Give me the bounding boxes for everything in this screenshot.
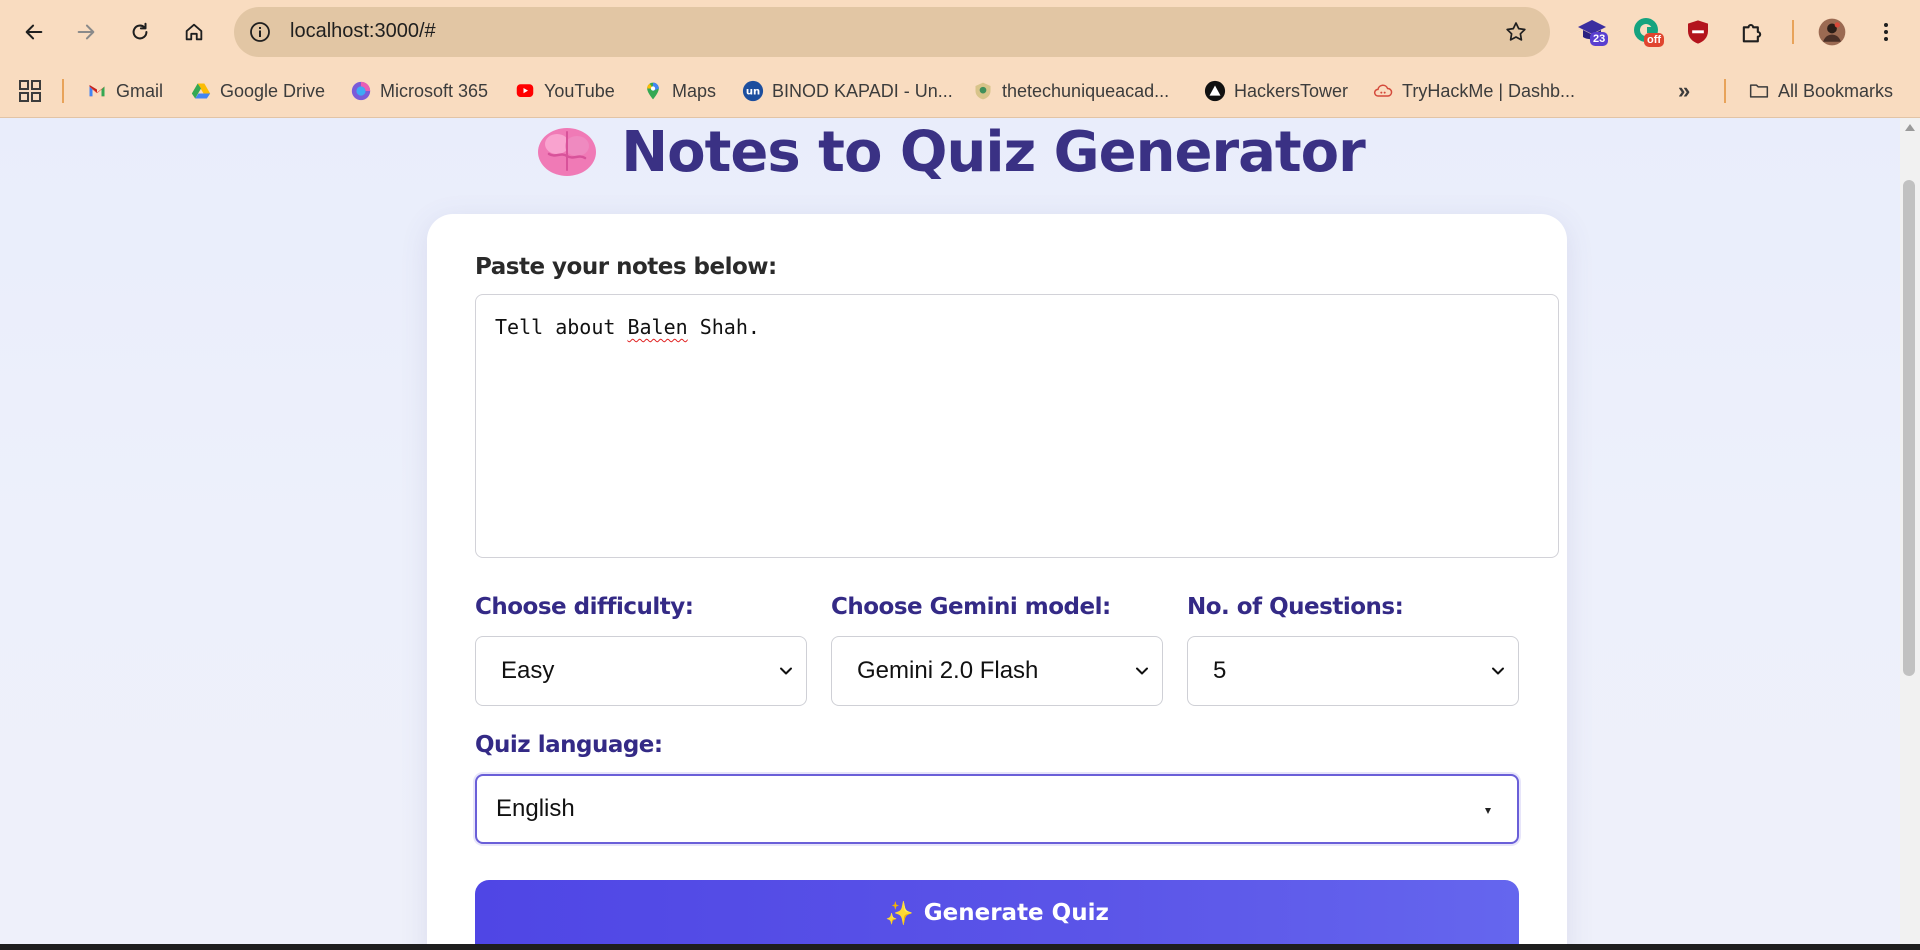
red-shield-icon <box>1688 20 1708 44</box>
bookmark-label: Microsoft 365 <box>380 80 489 101</box>
bookmarks-divider <box>62 79 64 103</box>
questions-label: No. of Questions: <box>1187 594 1404 620</box>
quiz-form-card: Paste your notes below: Tell about Balen… <box>427 214 1567 944</box>
chevron-down-icon <box>780 667 792 675</box>
site-info-icon[interactable] <box>248 20 272 44</box>
bookmark-label: TryHackMe | Dashb... <box>1402 80 1576 101</box>
microsoft-365-icon <box>350 80 372 102</box>
profile-avatar-icon <box>1818 18 1846 46</box>
puzzle-piece-icon <box>1742 23 1762 43</box>
address-bar[interactable]: localhost:3000/# <box>234 7 1550 57</box>
google-drive-icon <box>190 80 212 102</box>
bookmark-maps[interactable]: Maps <box>642 78 716 104</box>
extension-badge-off: off <box>1644 33 1665 47</box>
forward-arrow-icon <box>77 24 95 40</box>
difficulty-label: Choose difficulty: <box>475 594 694 620</box>
bookmark-youtube[interactable]: YouTube <box>514 78 615 104</box>
generate-quiz-button[interactable]: ✨ Generate Quiz <box>475 880 1519 944</box>
back-button[interactable] <box>14 12 54 52</box>
notes-text-end: Shah. <box>687 315 760 339</box>
extensions-menu-button[interactable] <box>1734 14 1770 50</box>
gmail-icon <box>86 80 108 102</box>
difficulty-value: Easy <box>501 657 555 684</box>
browser-chrome: localhost:3000/# 23 off Gmail Google Dri… <box>0 0 1920 118</box>
bookmark-hackerstower[interactable]: HackersTower <box>1204 78 1348 104</box>
notes-text-misspelled: Balen <box>627 315 688 339</box>
page-title: Notes to Quiz Generator <box>621 119 1365 185</box>
bookmark-label: BINOD KAPADI - Un... <box>772 80 953 101</box>
triangle-logo-icon <box>1204 80 1226 102</box>
unstop-icon: un <box>742 80 764 102</box>
extension-grammar-button[interactable]: off <box>1630 14 1666 50</box>
model-value: Gemini 2.0 Flash <box>857 657 1039 684</box>
reload-icon <box>132 22 148 40</box>
browser-menu-button[interactable] <box>1868 14 1904 50</box>
chevron-down-icon <box>1136 667 1148 675</box>
more-vertical-icon <box>1884 23 1888 41</box>
dropdown-triangle-icon <box>1485 808 1491 814</box>
language-label: Quiz language: <box>475 732 663 758</box>
browser-toolbar: localhost:3000/# 23 off <box>0 0 1920 64</box>
bookmark-unstop[interactable]: un BINOD KAPADI - Un... <box>742 78 953 104</box>
cloud-icon <box>1372 80 1394 102</box>
scrollbar-thumb[interactable] <box>1903 180 1915 676</box>
bookmark-label: HackersTower <box>1234 80 1349 101</box>
extension-cap-button[interactable]: 23 <box>1574 14 1610 50</box>
home-button[interactable] <box>174 12 214 52</box>
shield-logo-icon <box>972 80 994 102</box>
more-bookmarks-button[interactable]: » <box>1678 78 1690 104</box>
language-select[interactable]: English <box>475 774 1519 844</box>
forward-button[interactable] <box>66 12 106 52</box>
bookmark-google-drive[interactable]: Google Drive <box>190 78 325 104</box>
maps-icon <box>642 80 664 102</box>
page-header: Notes to Quiz Generator <box>0 118 1900 192</box>
extension-shield-button[interactable] <box>1680 14 1716 50</box>
svg-text:un: un <box>746 87 760 98</box>
reload-button[interactable] <box>120 12 160 52</box>
home-icon <box>185 23 203 41</box>
bookmark-microsoft-365[interactable]: Microsoft 365 <box>350 78 488 104</box>
apps-button[interactable] <box>18 78 42 104</box>
chevron-down-icon <box>1492 667 1504 675</box>
generate-quiz-label: Generate Quiz <box>923 900 1109 926</box>
brain-icon <box>538 128 597 176</box>
all-bookmarks-button[interactable]: All Bookmarks <box>1748 78 1893 104</box>
window-bottom-edge <box>0 944 1920 950</box>
bookmark-label: YouTube <box>544 80 615 101</box>
profile-button[interactable] <box>1814 14 1850 50</box>
extension-badge-count: 23 <box>1590 32 1609 46</box>
bookmark-label: Maps <box>672 80 717 101</box>
bookmark-thetechunique[interactable]: thetechuniqueacad... <box>972 78 1169 104</box>
questions-value: 5 <box>1213 657 1227 684</box>
language-value: English <box>496 795 575 822</box>
back-arrow-icon <box>25 24 43 40</box>
notes-text-start: Tell about <box>495 315 628 339</box>
bookmark-star-icon[interactable] <box>1504 20 1528 44</box>
url-text[interactable]: localhost:3000/# <box>290 20 436 43</box>
youtube-icon <box>514 80 536 102</box>
notes-label: Paste your notes below: <box>475 254 777 280</box>
model-select[interactable]: Gemini 2.0 Flash <box>831 636 1163 706</box>
bookmark-tryhackme[interactable]: TryHackMe | Dashb... <box>1372 78 1575 104</box>
difficulty-select[interactable]: Easy <box>475 636 807 706</box>
page-viewport: Notes to Quiz Generator Paste your notes… <box>0 118 1900 944</box>
scroll-up-arrow-icon[interactable] <box>1905 124 1915 131</box>
bookmark-gmail[interactable]: Gmail <box>86 78 163 104</box>
questions-select[interactable]: 5 <box>1187 636 1519 706</box>
bookmark-label: Google Drive <box>220 80 326 101</box>
apps-grid-icon <box>19 80 41 102</box>
model-label: Choose Gemini model: <box>831 594 1111 620</box>
all-bookmarks-label: All Bookmarks <box>1778 80 1894 101</box>
page-scrollbar[interactable] <box>1900 118 1920 944</box>
notes-textarea[interactable]: Tell about Balen Shah. <box>475 294 1559 558</box>
folder-icon <box>1748 80 1770 102</box>
bookmarks-bar: Gmail Google Drive Microsoft 365 YouTube… <box>0 64 1920 118</box>
bookmark-label: Gmail <box>116 80 164 101</box>
bookmark-label: thetechuniqueacad... <box>1002 80 1170 101</box>
sparkles-icon: ✨ <box>885 901 914 927</box>
bookmarks-divider <box>1724 79 1726 103</box>
toolbar-divider <box>1792 20 1794 44</box>
